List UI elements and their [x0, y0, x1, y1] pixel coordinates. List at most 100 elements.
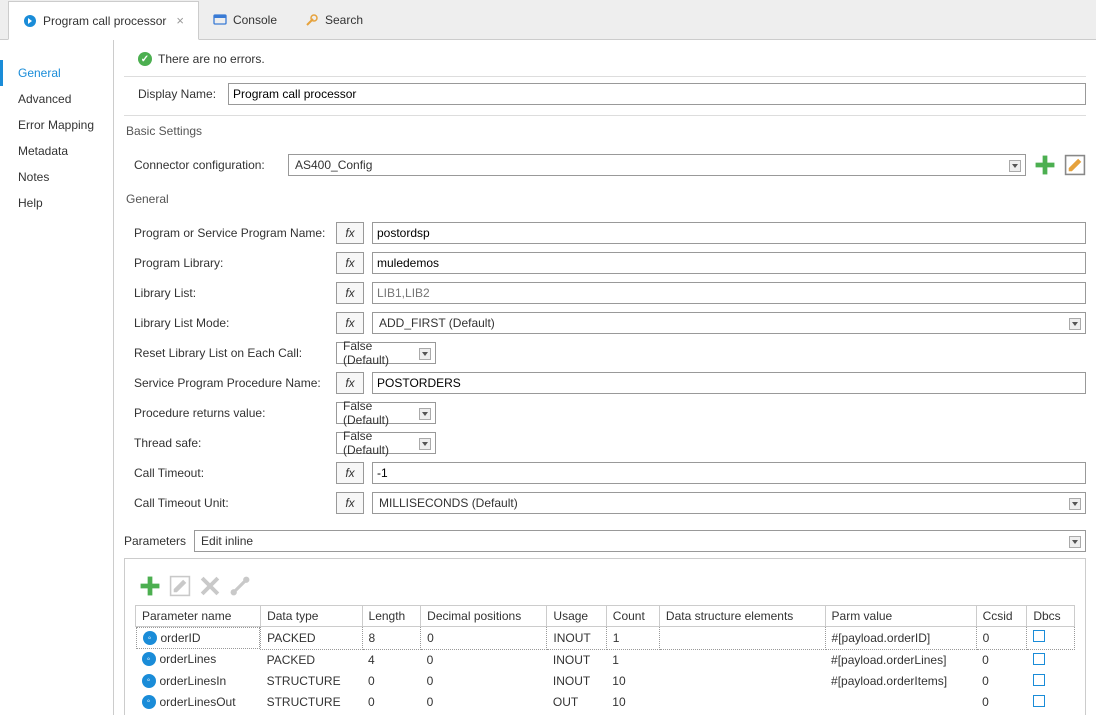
call-timeout-unit-select[interactable]: MILLISECONDS (Default) [372, 492, 1086, 514]
fx-button[interactable]: fx [336, 312, 364, 334]
dbcs-checkbox[interactable] [1033, 630, 1045, 642]
col-parameter-name[interactable]: Parameter name [136, 606, 261, 627]
dbcs-checkbox[interactable] [1033, 695, 1045, 707]
thread-safe-label: Thread safe: [134, 436, 328, 450]
add-parameter-button[interactable] [139, 575, 161, 597]
col-dbcs[interactable]: Dbcs [1027, 606, 1075, 627]
dbcs-checkbox[interactable] [1033, 653, 1045, 665]
sidebar-item-metadata[interactable]: Metadata [0, 138, 113, 164]
chevron-down-icon [419, 348, 431, 360]
fx-button[interactable]: fx [336, 462, 364, 484]
call-timeout-row: Call Timeout: fx [134, 460, 1086, 486]
sidebar-item-error-mapping[interactable]: Error Mapping [0, 112, 113, 138]
parameters-container: Parameter name Data type Length Decimal … [124, 558, 1086, 715]
delete-parameter-button[interactable] [199, 575, 221, 597]
col-usage[interactable]: Usage [547, 606, 606, 627]
call-timeout-label: Call Timeout: [134, 466, 328, 480]
cell-data-type: PACKED [261, 627, 362, 650]
connector-config-select[interactable]: AS400_Config [288, 154, 1026, 176]
tab-search[interactable]: Search [291, 0, 377, 39]
cell-parm-value [825, 692, 976, 713]
sidebar: General Advanced Error Mapping Metadata … [0, 40, 114, 715]
library-list-mode-select[interactable]: ADD_FIRST (Default) [372, 312, 1086, 334]
thread-safe-select[interactable]: False (Default) [336, 432, 436, 454]
chevron-down-icon [1069, 536, 1081, 548]
col-dse[interactable]: Data structure elements [659, 606, 825, 627]
tab-program-call-processor[interactable]: Program call processor × [8, 1, 199, 40]
cell-name: ◦orderLinesIn [136, 671, 261, 691]
status-row: ✓ There are no errors. [124, 48, 1086, 76]
sidebar-item-help[interactable]: Help [0, 190, 113, 216]
library-list-input[interactable] [372, 282, 1086, 304]
table-row[interactable]: ◦orderLinesOutSTRUCTURE00OUT100 [136, 692, 1075, 713]
chevron-down-icon [419, 408, 431, 420]
col-parm-value[interactable]: Parm value [825, 606, 976, 627]
library-list-mode-label: Library List Mode: [134, 316, 328, 330]
chevron-down-icon [1069, 318, 1081, 330]
cell-data-type: STRUCTURE [261, 692, 362, 713]
general-group: General Program or Service Program Name:… [124, 192, 1086, 522]
program-name-input[interactable] [372, 222, 1086, 244]
program-library-input[interactable] [372, 252, 1086, 274]
connector-config-row: Connector configuration: AS400_Config [134, 152, 1086, 178]
tab-console[interactable]: Console [199, 0, 291, 39]
fx-button[interactable]: fx [336, 222, 364, 244]
display-name-input[interactable] [228, 83, 1086, 105]
program-name-label: Program or Service Program Name: [134, 226, 328, 240]
program-library-row: Program Library: fx [134, 250, 1086, 276]
cell-usage: INOUT [547, 627, 606, 650]
tools-button[interactable] [229, 575, 251, 597]
parameters-label: Parameters [124, 534, 188, 548]
parameters-table: Parameter name Data type Length Decimal … [135, 605, 1075, 713]
sidebar-item-general[interactable]: General [0, 60, 113, 86]
reset-library-select[interactable]: False (Default) [336, 342, 436, 364]
cell-dbcs [1027, 671, 1075, 692]
cell-length: 4 [362, 649, 421, 671]
dbcs-checkbox[interactable] [1033, 674, 1045, 686]
fx-button[interactable]: fx [336, 372, 364, 394]
program-name-row: Program or Service Program Name: fx [134, 220, 1086, 246]
cell-dse [659, 627, 825, 650]
col-length[interactable]: Length [362, 606, 421, 627]
col-decimal-positions[interactable]: Decimal positions [421, 606, 547, 627]
col-data-type[interactable]: Data type [261, 606, 362, 627]
cell-dse [659, 671, 825, 692]
fx-button[interactable]: fx [336, 492, 364, 514]
parameters-mode-select[interactable]: Edit inline [194, 530, 1086, 552]
cell-name: ◦orderID [136, 627, 261, 649]
parameters-toolbar [135, 567, 1075, 605]
sidebar-item-advanced[interactable]: Advanced [0, 86, 113, 112]
parameters-mode-row: Parameters Edit inline [124, 530, 1086, 552]
cell-decimals: 0 [421, 649, 547, 671]
service-procedure-input[interactable] [372, 372, 1086, 394]
basic-settings-group: Basic Settings Connector configuration: … [124, 124, 1086, 184]
cell-name: ◦orderLines [136, 649, 261, 669]
cell-ccsid: 0 [976, 649, 1027, 671]
call-timeout-input[interactable] [372, 462, 1086, 484]
cell-data-type: STRUCTURE [261, 671, 362, 692]
col-count[interactable]: Count [606, 606, 659, 627]
table-row[interactable]: ◦orderLinesPACKED40INOUT1#[payload.order… [136, 649, 1075, 671]
table-row[interactable]: ◦orderLinesInSTRUCTURE00INOUT10#[payload… [136, 671, 1075, 692]
call-timeout-unit-row: Call Timeout Unit: fx MILLISECONDS (Defa… [134, 490, 1086, 516]
connector-config-label: Connector configuration: [134, 158, 280, 172]
cell-data-type: PACKED [261, 649, 362, 671]
table-header-row: Parameter name Data type Length Decimal … [136, 606, 1075, 627]
fx-button[interactable]: fx [336, 282, 364, 304]
table-row[interactable]: ◦orderIDPACKED80INOUT1#[payload.orderID]… [136, 627, 1075, 650]
cell-decimals: 0 [421, 627, 547, 650]
edit-parameter-button[interactable] [169, 575, 191, 597]
fx-button[interactable]: fx [336, 252, 364, 274]
col-ccsid[interactable]: Ccsid [976, 606, 1027, 627]
add-config-button[interactable] [1034, 154, 1056, 176]
connector-icon [23, 14, 37, 28]
edit-config-button[interactable] [1064, 154, 1086, 176]
cell-parm-value: #[payload.orderItems] [825, 671, 976, 692]
chevron-down-icon [419, 438, 431, 450]
procedure-returns-select[interactable]: False (Default) [336, 402, 436, 424]
cell-dse [659, 692, 825, 713]
cell-count: 1 [606, 627, 659, 650]
sidebar-item-notes[interactable]: Notes [0, 164, 113, 190]
close-icon[interactable]: × [176, 13, 184, 28]
cell-dbcs [1027, 627, 1075, 650]
